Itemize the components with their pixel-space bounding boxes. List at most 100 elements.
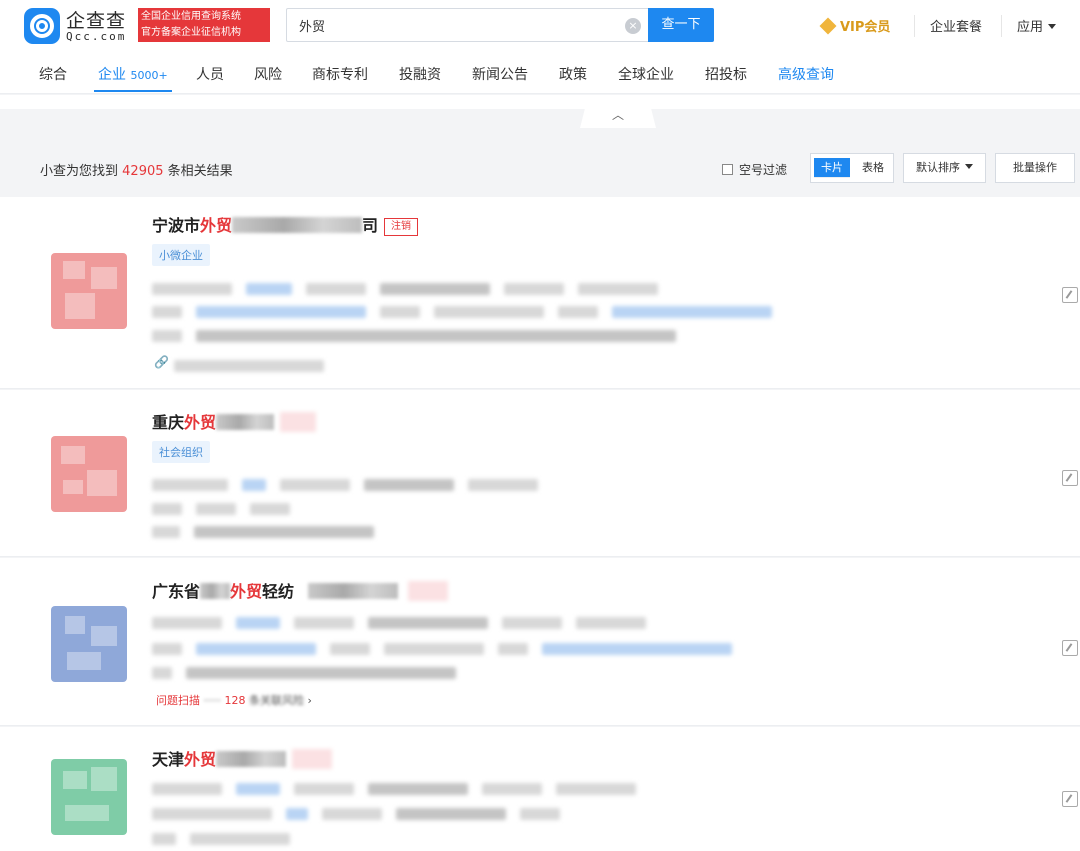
- tab-news[interactable]: 新闻公告: [472, 64, 528, 84]
- redacted-line: [152, 303, 786, 318]
- tab-investment[interactable]: 投融资: [399, 64, 441, 84]
- chevron-down-icon: [965, 164, 973, 169]
- edit-icon[interactable]: [1062, 640, 1078, 656]
- result-card[interactable]: 宁波市外贸 司注销 小微企业 🔗: [0, 197, 1080, 389]
- top-bar: 企查查 Qcc.com 全国企业信用查询系统 官方备案企业征信机构 × 查一下 …: [0, 0, 1080, 54]
- category-tabs: 综合 企业 5000+ 人员 风险 商标专利 投融资 新闻公告 政策 全球企业 …: [0, 54, 1080, 94]
- risk-scan-label: 问题扫描: [156, 694, 200, 707]
- edit-icon[interactable]: [1062, 791, 1078, 807]
- company-logo: [51, 759, 127, 835]
- result-suffix: 条相关结果: [167, 164, 233, 179]
- company-logo: [51, 606, 127, 682]
- filter-panel: [0, 95, 1080, 109]
- table-view-button[interactable]: 表格: [855, 158, 891, 178]
- result-card[interactable]: 重庆外贸 社会组织: [0, 390, 1080, 557]
- redacted-text: [200, 583, 231, 599]
- tab-enterprise-label: 企业: [98, 67, 126, 83]
- edit-icon[interactable]: [1062, 287, 1078, 303]
- chevron-up-icon: ︿: [612, 108, 625, 122]
- result-count: 42905: [122, 164, 164, 179]
- company-name-suffix: 轻纺: [262, 582, 295, 601]
- redacted-line: [152, 830, 304, 845]
- keyword-highlight: 外贸: [230, 582, 263, 601]
- redacted-line: [152, 280, 672, 295]
- vip-diamond-icon: [819, 17, 837, 35]
- tab-global[interactable]: 全球企业: [618, 64, 674, 84]
- chevron-down-icon: [1048, 24, 1057, 29]
- redacted-line: [152, 523, 388, 538]
- redacted-text: [216, 414, 275, 430]
- sort-label: 默认排序: [916, 161, 960, 174]
- redacted-line: [152, 476, 552, 491]
- redacted-line: [152, 614, 660, 629]
- redacted-line: [152, 805, 574, 820]
- company-name-suffix: 司: [362, 216, 379, 235]
- redacted-badge: [408, 581, 449, 601]
- link-icon[interactable]: 🔗: [154, 355, 169, 369]
- company-name[interactable]: 天津外贸: [152, 746, 333, 770]
- bulk-actions-button[interactable]: 批量操作: [995, 153, 1075, 183]
- tab-overview[interactable]: 综合: [39, 64, 67, 84]
- risk-text: 条关联风险: [248, 694, 304, 707]
- redacted-line: [152, 500, 304, 515]
- company-type-tag: 小微企业: [152, 244, 210, 266]
- tab-bidding[interactable]: 招投标: [705, 64, 747, 84]
- status-badge: 注销: [384, 218, 419, 236]
- divider: [1001, 15, 1002, 37]
- divider: [914, 15, 915, 37]
- search-box: × 查一下: [286, 8, 714, 42]
- view-toggle: 卡片 表格: [810, 153, 894, 183]
- checkbox-icon: [722, 164, 733, 175]
- redacted-line: [174, 357, 338, 372]
- redacted-line: [152, 664, 470, 679]
- keyword-highlight: 外贸: [200, 216, 233, 235]
- enterprise-package-link[interactable]: 企业套餐: [930, 16, 982, 35]
- tab-person[interactable]: 人员: [196, 64, 224, 84]
- collapse-filter-button[interactable]: ︿: [580, 104, 656, 128]
- search-button[interactable]: 查一下: [648, 8, 714, 42]
- redacted-line: [152, 640, 746, 655]
- card-view-button[interactable]: 卡片: [814, 158, 850, 178]
- tab-advanced-search[interactable]: 高级查询: [778, 64, 834, 84]
- badge-line-2: 官方备案企业征信机构: [141, 27, 241, 38]
- keyword-highlight: 外贸: [184, 750, 217, 769]
- logo-icon: [24, 8, 60, 44]
- results-toolbar: 小查为您找到 42905 条相关结果 空号过滤 卡片 表格 默认排序 批量操作: [0, 141, 1080, 197]
- redacted-line: [152, 780, 650, 795]
- result-card[interactable]: 天津外贸: [0, 727, 1080, 851]
- company-name[interactable]: 宁波市外贸 司注销: [152, 212, 419, 236]
- logo[interactable]: 企查查 Qcc.com: [24, 6, 136, 46]
- edit-icon[interactable]: [1062, 470, 1078, 486]
- company-name[interactable]: 广东省 外贸轻纺: [152, 578, 449, 602]
- sort-dropdown[interactable]: 默认排序: [903, 153, 986, 183]
- keyword-highlight: 外贸: [184, 413, 217, 432]
- tab-trademark-patent[interactable]: 商标专利: [312, 64, 368, 84]
- vip-link[interactable]: VIP会员: [819, 16, 890, 35]
- company-name[interactable]: 重庆外贸: [152, 409, 317, 433]
- certification-badge[interactable]: 全国企业信用查询系统 官方备案企业征信机构: [138, 8, 270, 42]
- tab-policy[interactable]: 政策: [559, 64, 587, 84]
- company-name-prefix: 重庆: [152, 413, 185, 432]
- result-count-text: 小查为您找到 42905 条相关结果: [40, 160, 233, 179]
- risk-scan-summary[interactable]: 问题扫描 ····· 128 条关联风险 ›: [156, 692, 312, 708]
- result-prefix: 小查为您找到: [40, 164, 119, 179]
- company-logo: [51, 436, 127, 512]
- tab-enterprise-count: 5000+: [130, 69, 168, 82]
- empty-number-filter[interactable]: 空号过滤: [722, 161, 787, 178]
- redacted-text: [232, 217, 363, 233]
- result-card[interactable]: 广东省 外贸轻纺 问题扫描 ····· 128 条关联风险 ›: [0, 558, 1080, 726]
- tab-enterprise[interactable]: 企业 5000+: [98, 64, 168, 84]
- logo-text: 企查查: [66, 10, 127, 32]
- company-name-prefix: 广东省: [152, 582, 201, 601]
- redacted-text: [308, 583, 399, 599]
- logo-domain: Qcc.com: [66, 30, 127, 43]
- empty-number-filter-label: 空号过滤: [739, 163, 788, 177]
- apps-menu[interactable]: 应用: [1017, 16, 1057, 35]
- tab-risk[interactable]: 风险: [254, 64, 282, 84]
- search-input[interactable]: [287, 9, 627, 41]
- clear-icon[interactable]: ×: [625, 18, 641, 34]
- redacted-text: [216, 751, 287, 767]
- redacted-badge: [280, 412, 317, 432]
- company-name-prefix: 天津: [152, 750, 185, 769]
- company-type-tag: 社会组织: [152, 441, 210, 463]
